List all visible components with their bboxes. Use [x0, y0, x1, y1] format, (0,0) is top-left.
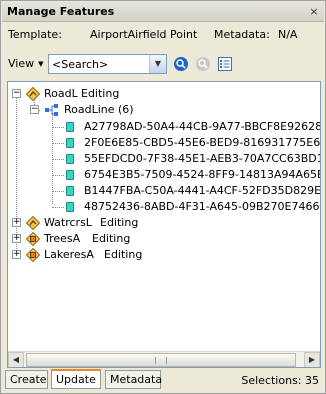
chevron-down-icon: ▼ — [38, 60, 44, 68]
scroll-right-icon[interactable]: ▶ — [304, 352, 320, 367]
layer-name: RoadL — [44, 87, 78, 100]
grip-icon — [155, 357, 167, 364]
window-title: Manage Features — [7, 5, 115, 18]
expand-icon[interactable]: + — [12, 250, 21, 259]
close-icon[interactable]: × — [307, 5, 321, 19]
tab-label: Update — [56, 373, 96, 386]
tree-layer-roadl[interactable]: − RoadL Editing — [8, 86, 308, 102]
tree-feature-row[interactable]: 2F0E6E85-CBD5-45E6-BED9-816931775E6 — [8, 135, 320, 151]
layer-status: Editing — [100, 216, 139, 229]
search-icon[interactable] — [173, 56, 189, 72]
feature-icon — [66, 154, 74, 164]
tree-layer-watrcrsl[interactable]: + WatrcrsL Editing — [8, 215, 308, 231]
feature-class-icon — [45, 104, 58, 116]
collapse-icon[interactable]: − — [12, 89, 21, 98]
scrollbar-thumb[interactable] — [26, 353, 296, 367]
feature-icon — [66, 122, 74, 132]
expand-icon[interactable]: + — [12, 234, 21, 243]
layer-name: TreesA — [44, 232, 81, 245]
line-layer-icon — [26, 216, 40, 230]
subtype-count: (6) — [118, 103, 134, 116]
tab-metadata[interactable]: Metadata — [105, 370, 163, 389]
feature-id: 48752436-8ABD-4F31-A645-09B270E74666 — [84, 200, 321, 213]
chevron-down-icon[interactable]: ▼ — [149, 55, 166, 73]
layer-status: Editing — [81, 87, 120, 100]
feature-tree[interactable]: − RoadL Editing − RoadLine (6) A27798AD-… — [7, 81, 321, 368]
tree-feature-row[interactable]: 6754E3B5-7509-4524-8FF9-14813A94A65E — [8, 167, 320, 183]
tree-subtype-roadline[interactable]: − RoadLine (6) — [8, 102, 308, 118]
horizontal-scrollbar[interactable]: ◀ ▶ — [8, 351, 320, 367]
clear-search-icon[interactable] — [195, 56, 211, 72]
selections-count: Selections: 35 — [241, 374, 319, 387]
tree-feature-row[interactable]: A27798AD-50A4-44CB-9A77-BBCF8E92628 — [8, 119, 320, 135]
feature-id: 55EFDCD0-7F38-45E1-AEB3-70A7CC63BD1 — [84, 152, 321, 165]
tab-create[interactable]: Create — [5, 370, 48, 389]
toolbar: View ▼ <Search> ▼ — [1, 53, 325, 75]
collapse-icon[interactable]: − — [30, 105, 39, 114]
search-input[interactable]: <Search> — [52, 58, 108, 71]
metadata-value: N/A — [278, 28, 298, 41]
polygon-layer-icon — [26, 248, 40, 262]
feature-id: 2F0E6E85-CBD5-45E6-BED9-816931775E6 — [84, 136, 321, 149]
line-layer-icon — [26, 87, 40, 101]
tree-feature-row[interactable]: 48752436-8ABD-4F31-A645-09B270E74666 — [8, 199, 320, 215]
feature-icon — [66, 202, 74, 212]
template-info-row: Template: AirportAirfield Point Metadata… — [1, 24, 325, 44]
tree-feature-row[interactable]: B1447FBA-C50A-4441-A4CF-52FD35D829E — [8, 183, 320, 199]
expand-icon[interactable]: + — [12, 218, 21, 227]
template-value: AirportAirfield Point — [90, 28, 198, 41]
scroll-left-icon[interactable]: ◀ — [8, 352, 24, 367]
view-button[interactable]: View ▼ — [8, 57, 44, 70]
layer-name: WatrcrsL — [44, 216, 92, 229]
view-button-label: View — [8, 57, 35, 70]
feature-icon — [66, 186, 74, 196]
feature-id: 6754E3B5-7509-4524-8FF9-14813A94A65E — [84, 168, 321, 181]
title-bar[interactable]: Manage Features × — [2, 2, 324, 22]
layer-name: LakeresA — [44, 248, 94, 261]
feature-icon — [66, 138, 74, 148]
tree-feature-row[interactable]: 55EFDCD0-7F38-45E1-AEB3-70A7CC63BD1 — [8, 151, 320, 167]
manage-features-window: Manage Features × Template: AirportAirfi… — [0, 0, 326, 394]
list-view-icon[interactable] — [217, 56, 233, 72]
tab-update[interactable]: Update — [51, 369, 101, 389]
feature-icon — [66, 170, 74, 180]
template-label: Template: — [8, 28, 62, 41]
polygon-layer-icon — [26, 232, 40, 246]
tree-layer-treesa[interactable]: + TreesA Editing — [8, 231, 308, 247]
layer-status: Editing — [104, 248, 143, 261]
feature-id: B1447FBA-C50A-4441-A4CF-52FD35D829E — [84, 184, 321, 197]
metadata-label: Metadata: — [214, 28, 270, 41]
layer-status: Editing — [92, 232, 131, 245]
tab-label: Create — [10, 373, 47, 386]
subtype-name: RoadLine — [64, 103, 115, 116]
tab-label: Metadata — [110, 373, 163, 386]
feature-id: A27798AD-50A4-44CB-9A77-BBCF8E92628 — [84, 120, 321, 133]
search-combo[interactable]: <Search> ▼ — [48, 54, 167, 74]
tree-layer-lakeresa[interactable]: + LakeresA Editing — [8, 247, 308, 263]
